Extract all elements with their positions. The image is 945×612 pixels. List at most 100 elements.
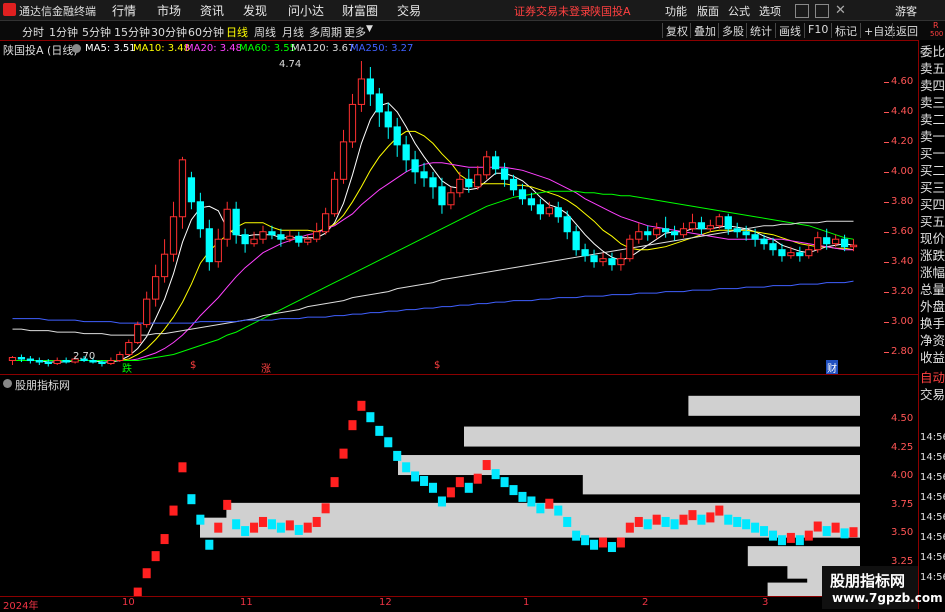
indicator-block (625, 522, 634, 533)
candle (599, 252, 607, 267)
quote-label[interactable]: 自动 (920, 370, 945, 386)
quote-label: 买五 (920, 214, 945, 229)
menu-gongneng[interactable]: 功能 (665, 3, 687, 19)
corner-number: 500 (930, 30, 944, 38)
menu-xuanxiang[interactable]: 选项 (759, 3, 781, 19)
indicator-settings-icon[interactable] (3, 379, 12, 388)
x-label-2024: 2024年 (3, 601, 39, 612)
period-weekly[interactable]: 周线 (254, 24, 276, 40)
indicator-block (455, 477, 464, 488)
btn-tongji[interactable]: 统计 (746, 23, 772, 38)
ma120-line (12, 220, 854, 336)
menu-wenxiaoda[interactable]: 问小达 (288, 2, 324, 19)
indicator-block (482, 460, 491, 471)
watermark: 股朋指标网 www.7gpzb.com (822, 566, 943, 609)
menu-hangqing[interactable]: 行情 (112, 2, 136, 19)
indicator-tick: 4.50 (891, 413, 914, 425)
price-tick: 2.80 (891, 345, 914, 357)
period-5min[interactable]: 5分钟 (82, 24, 111, 40)
candlestick-chart[interactable] (0, 55, 890, 374)
period-60min[interactable]: 60分钟 (188, 24, 224, 40)
candle (214, 228, 222, 268)
candle (411, 150, 419, 184)
indicator-block (634, 516, 643, 527)
period-1min[interactable]: 1分钟 (49, 24, 78, 40)
btn-diejia[interactable]: 叠加 (690, 23, 716, 38)
ma120-value: MA120: 3.67 (291, 43, 355, 54)
marker-die: 跌 (122, 364, 132, 375)
menu-jiaoyi[interactable]: 交易 (397, 2, 421, 19)
minimize-icon[interactable] (795, 4, 809, 18)
indicator-block (223, 499, 232, 510)
settings-dot-icon[interactable] (72, 44, 81, 53)
btn-huaxian[interactable]: 画线 (775, 23, 801, 38)
candle (62, 357, 70, 364)
period-daily[interactable]: 日线 (226, 24, 248, 40)
indicator-block (294, 524, 303, 535)
period-15min[interactable]: 15分钟 (114, 24, 150, 40)
price-tick-mark (884, 111, 889, 113)
indicator-block (545, 498, 554, 509)
menu-gongshi[interactable]: 公式 (728, 3, 750, 19)
candle (26, 356, 34, 364)
btn-fuquan[interactable]: 复权 (662, 23, 688, 38)
indicator-chart[interactable] (0, 391, 890, 596)
indicator-block (652, 514, 661, 525)
indicator-block (795, 535, 804, 546)
candle (670, 225, 679, 241)
btn-f10[interactable]: F10 (804, 23, 828, 38)
login-status[interactable]: 证券交易未登录 (514, 3, 591, 19)
candle (626, 234, 634, 262)
btn-zixuan[interactable]: +自选 (860, 23, 895, 38)
period-fenshi[interactable]: 分时 (22, 24, 44, 40)
candle (196, 192, 205, 238)
menu-caifuquan[interactable]: 财富圈 (342, 2, 378, 19)
ma250-value: MA250: 3.27 (350, 43, 414, 54)
menu-zixun[interactable]: 资讯 (200, 2, 224, 19)
chevron-down-icon[interactable]: ▼ (366, 24, 373, 34)
indicator-block (232, 519, 241, 530)
close-icon[interactable]: ✕ (835, 3, 846, 18)
chip-bar (464, 426, 860, 447)
price-tick: 3.80 (891, 195, 914, 207)
candle (187, 171, 196, 210)
candle (474, 165, 482, 190)
indicator-block (697, 514, 706, 525)
quote-label: 卖三 (920, 95, 945, 110)
menu-banmian[interactable]: 版面 (697, 3, 719, 19)
candle (313, 222, 321, 243)
btn-fanhui[interactable]: 返回 (892, 23, 918, 38)
period-multi[interactable]: 多周期 (309, 24, 342, 40)
maximize-icon[interactable] (815, 4, 829, 18)
period-more[interactable]: 更多 (344, 24, 366, 40)
btn-duogu[interactable]: 多股 (718, 23, 744, 38)
candle (107, 357, 115, 366)
indicator-block (706, 512, 715, 523)
quote-label[interactable]: 交易 (920, 387, 945, 403)
marker-dollar-1: $ (190, 360, 197, 371)
candle (500, 162, 509, 187)
indicator-block (366, 412, 375, 423)
period-30min[interactable]: 30分钟 (151, 24, 187, 40)
candle (492, 150, 500, 175)
indicator-block (437, 496, 446, 507)
panel-divider[interactable] (0, 374, 918, 375)
period-monthly[interactable]: 月线 (282, 24, 304, 40)
indicator-block (590, 539, 599, 550)
indicator-block (267, 519, 276, 530)
indicator-block (464, 482, 473, 493)
candle (223, 201, 231, 247)
menu-faxian[interactable]: 发现 (243, 2, 267, 19)
quote-label: 买四 (920, 197, 945, 212)
candle (330, 171, 339, 217)
indicator-tick: 4.25 (891, 441, 914, 453)
indicator-block (241, 526, 250, 537)
menu-shichang[interactable]: 市场 (157, 2, 181, 19)
quote-label: 总量 (920, 282, 945, 297)
guest-label[interactable]: 游客 (895, 3, 917, 19)
candle (438, 177, 446, 214)
price-tick: 3.40 (891, 255, 914, 267)
quote-label: 外盘 (920, 299, 945, 314)
btn-biaoji[interactable]: 标记 (831, 23, 857, 38)
indicator-block (804, 530, 813, 541)
